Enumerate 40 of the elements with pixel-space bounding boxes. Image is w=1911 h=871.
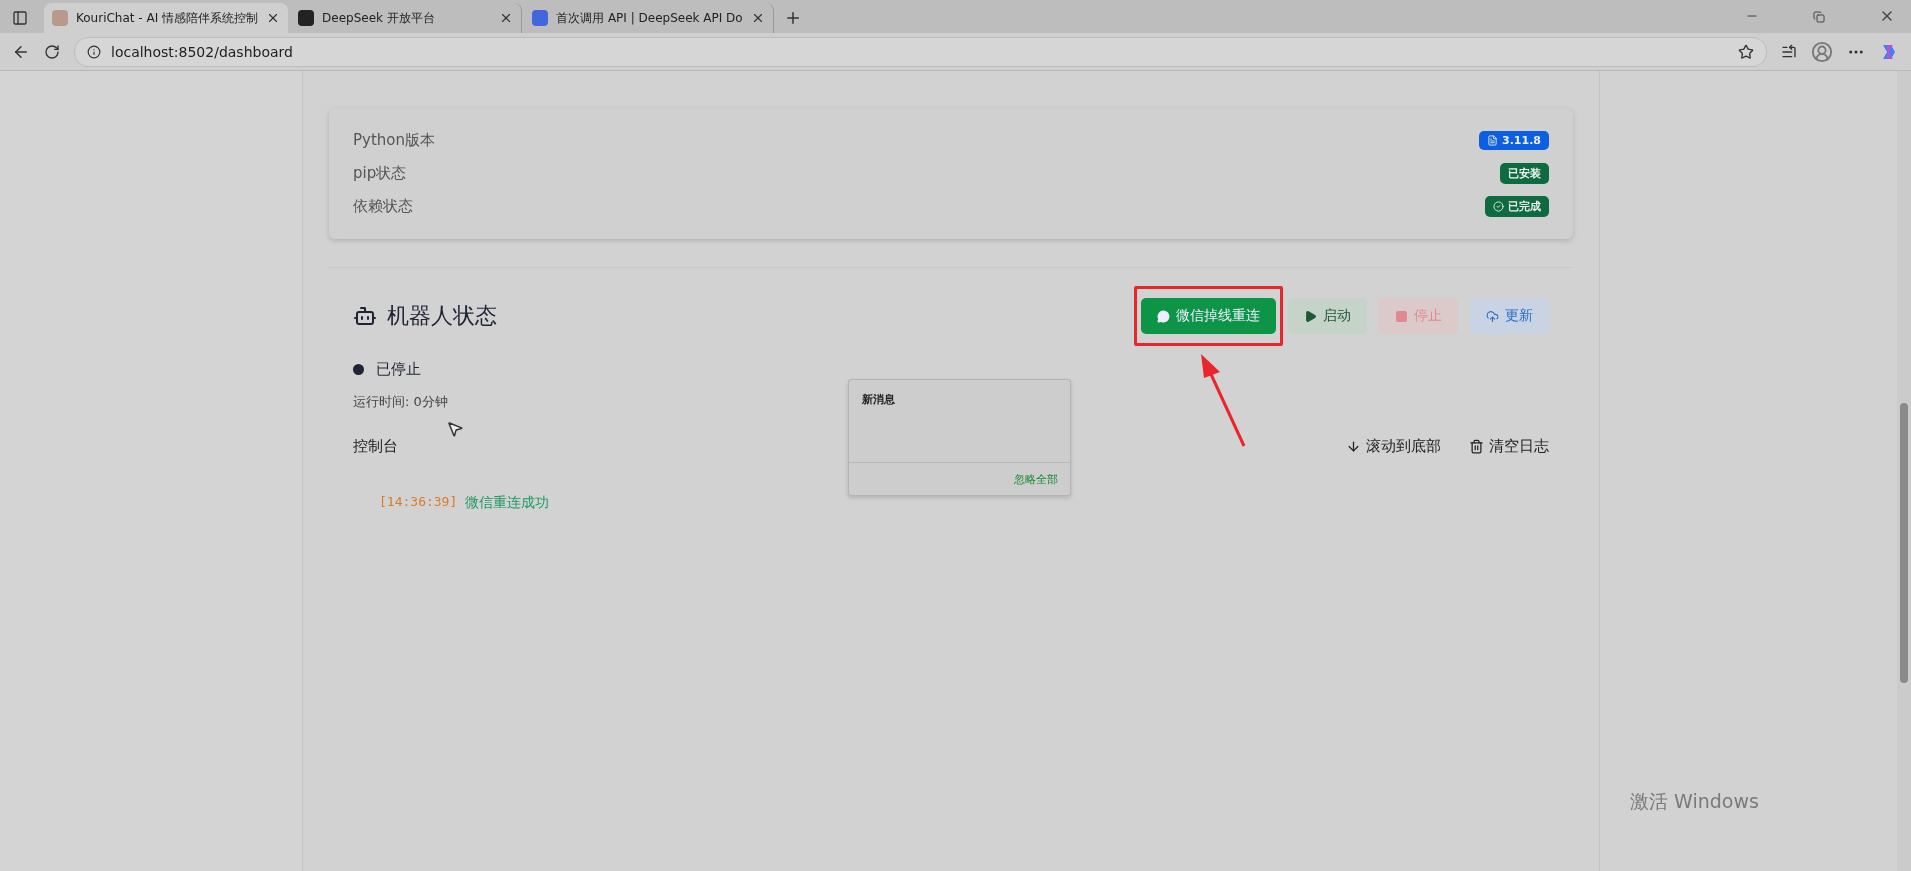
action-button[interactable]: 启动 [1288,298,1367,334]
dependency-label: pip状态 [353,164,407,183]
runtime-text: 运行时间: 0分钟 [353,393,448,411]
profile-icon[interactable] [1811,40,1833,63]
scrollbar-thumb[interactable] [1900,403,1908,683]
action-button[interactable]: 微信掉线重连 [1141,298,1276,334]
log-message: 微信重连成功 [465,494,550,512]
site-icon [52,10,68,26]
action-button[interactable]: 更新 [1470,298,1549,334]
console-title: 控制台 [353,437,398,456]
sidebar-toggle-icon[interactable] [12,10,28,26]
status-badge: 3.11.8 [1479,131,1549,150]
favorites-icon[interactable] [1781,43,1797,60]
dependency-label: Python版本 [353,131,435,150]
log-time: [14:36:39] [379,494,458,511]
stop-icon [1395,309,1408,323]
play-icon [1304,309,1317,323]
address-bar[interactable]: localhost:8502/dashboard [74,36,1767,67]
notification-title: 新消息 [861,392,896,408]
star-icon[interactable] [1738,43,1754,60]
console-action[interactable]: 滚动到底部 [1346,437,1441,456]
site-icon [298,10,315,26]
browser-tab[interactable]: KouriChat - AI 情感陪伴系统控制 [44,3,289,33]
reload-icon[interactable] [44,43,60,60]
console-action[interactable]: 清空日志 [1469,437,1549,456]
cursor-icon [446,420,464,438]
activation-notice: 激活 Windows [1630,789,1759,814]
cloud-upload-icon [1486,309,1499,323]
robot-icon [353,304,377,328]
info-icon[interactable] [87,44,101,59]
trash-icon [1469,439,1484,454]
site-icon [532,10,549,26]
section-title: 机器人状态 [387,302,497,330]
chat-icon [1157,309,1170,323]
dependency-label: 依赖状态 [353,197,413,216]
status-text: 已停止 [376,360,421,379]
arrow-down-icon [1346,439,1361,454]
status-badge: 已完成 [1485,196,1549,217]
status-badge: 已安装 [1500,163,1549,184]
restore-icon[interactable] [1813,11,1825,23]
